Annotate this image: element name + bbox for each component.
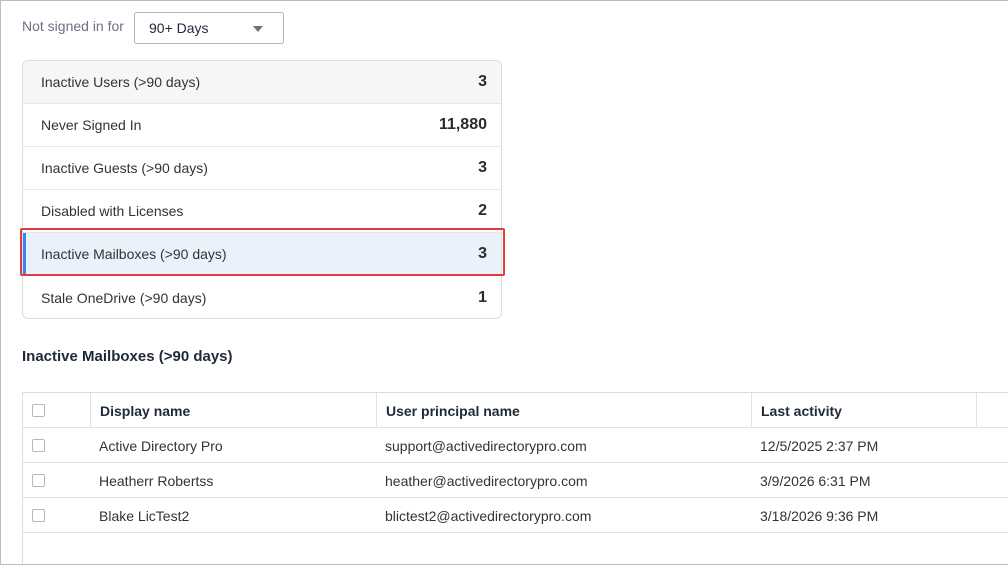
summary-item-stale-onedrive[interactable]: Stale OneDrive (>90 days) 1	[23, 276, 501, 319]
inactivity-period-dropdown[interactable]: 90+ Days	[134, 12, 284, 44]
summary-card: Inactive Users (>90 days) 3 Never Signed…	[22, 60, 502, 319]
upn-cell: blictest2@activedirectorypro.com	[385, 507, 592, 524]
row-checkbox[interactable]	[32, 509, 45, 522]
last-activity-cell: 3/18/2026 9:36 PM	[760, 507, 879, 524]
last-activity-cell: 12/5/2025 2:37 PM	[760, 437, 879, 454]
row-checkbox[interactable]	[32, 474, 45, 487]
row-select-cell	[23, 498, 90, 533]
display-name-cell: Blake LicTest2	[99, 507, 190, 524]
summary-item-count: 11,880	[438, 116, 487, 133]
summary-item-count: 3	[478, 159, 487, 176]
row-select-cell	[23, 463, 90, 498]
upn-cell: support@activedirectorypro.com	[385, 437, 587, 454]
table-row[interactable]: Blake LicTest2 blictest2@activedirectory…	[23, 498, 1008, 533]
last-activity-cell: 3/9/2026 6:31 PM	[760, 472, 871, 489]
summary-item-label: Never Signed In	[41, 117, 142, 133]
summary-item-disabled-with-licenses[interactable]: Disabled with Licenses 2	[23, 190, 501, 233]
summary-item-inactive-users[interactable]: Inactive Users (>90 days) 3	[23, 61, 501, 104]
summary-item-label: Inactive Guests (>90 days)	[41, 160, 208, 176]
chevron-down-icon	[253, 26, 263, 32]
select-all-cell	[23, 393, 90, 428]
summary-item-count: 1	[478, 288, 487, 306]
summary-item-count: 3	[478, 245, 487, 262]
row-select-cell	[23, 428, 90, 463]
summary-item-label: Disabled with Licenses	[41, 203, 184, 219]
summary-item-count: 3	[478, 73, 487, 90]
display-name-cell: Active Directory Pro	[99, 437, 223, 454]
report-panel: Not signed in for 90+ Days Inactive User…	[0, 0, 1008, 566]
summary-item-label: Inactive Users (>90 days)	[41, 74, 201, 90]
select-all-checkbox[interactable]	[32, 404, 45, 417]
column-header-last-activity[interactable]: Last activity	[751, 393, 976, 428]
filter-label: Not signed in for	[22, 18, 124, 34]
summary-item-label: Stale OneDrive (>90 days)	[41, 289, 207, 306]
summary-item-inactive-guests[interactable]: Inactive Guests (>90 days) 3	[23, 147, 501, 190]
mailboxes-table: Display name User principal name Last ac…	[22, 392, 1008, 566]
summary-item-count: 2	[478, 202, 487, 219]
section-title: Inactive Mailboxes (>90 days)	[22, 348, 233, 365]
display-name-cell: Heatherr Robertss	[99, 472, 214, 489]
summary-item-inactive-mailboxes[interactable]: Inactive Mailboxes (>90 days) 3	[23, 233, 501, 276]
row-checkbox[interactable]	[32, 439, 45, 452]
summary-item-never-signed-in[interactable]: Never Signed In 11,880	[23, 104, 501, 147]
summary-item-label: Inactive Mailboxes (>90 days)	[41, 246, 227, 262]
inactivity-period-value: 90+ Days	[149, 20, 209, 36]
table-row[interactable]: Active Directory Pro support@activedirec…	[23, 428, 1008, 463]
column-header-extra	[976, 393, 1008, 428]
table-header-row: Display name User principal name Last ac…	[23, 393, 1008, 428]
upn-cell: heather@activedirectorypro.com	[385, 472, 588, 489]
table-row[interactable]: Heatherr Robertss heather@activedirector…	[23, 463, 1008, 498]
column-header-display-name[interactable]: Display name	[90, 393, 376, 428]
column-header-user-principal-name[interactable]: User principal name	[376, 393, 751, 428]
